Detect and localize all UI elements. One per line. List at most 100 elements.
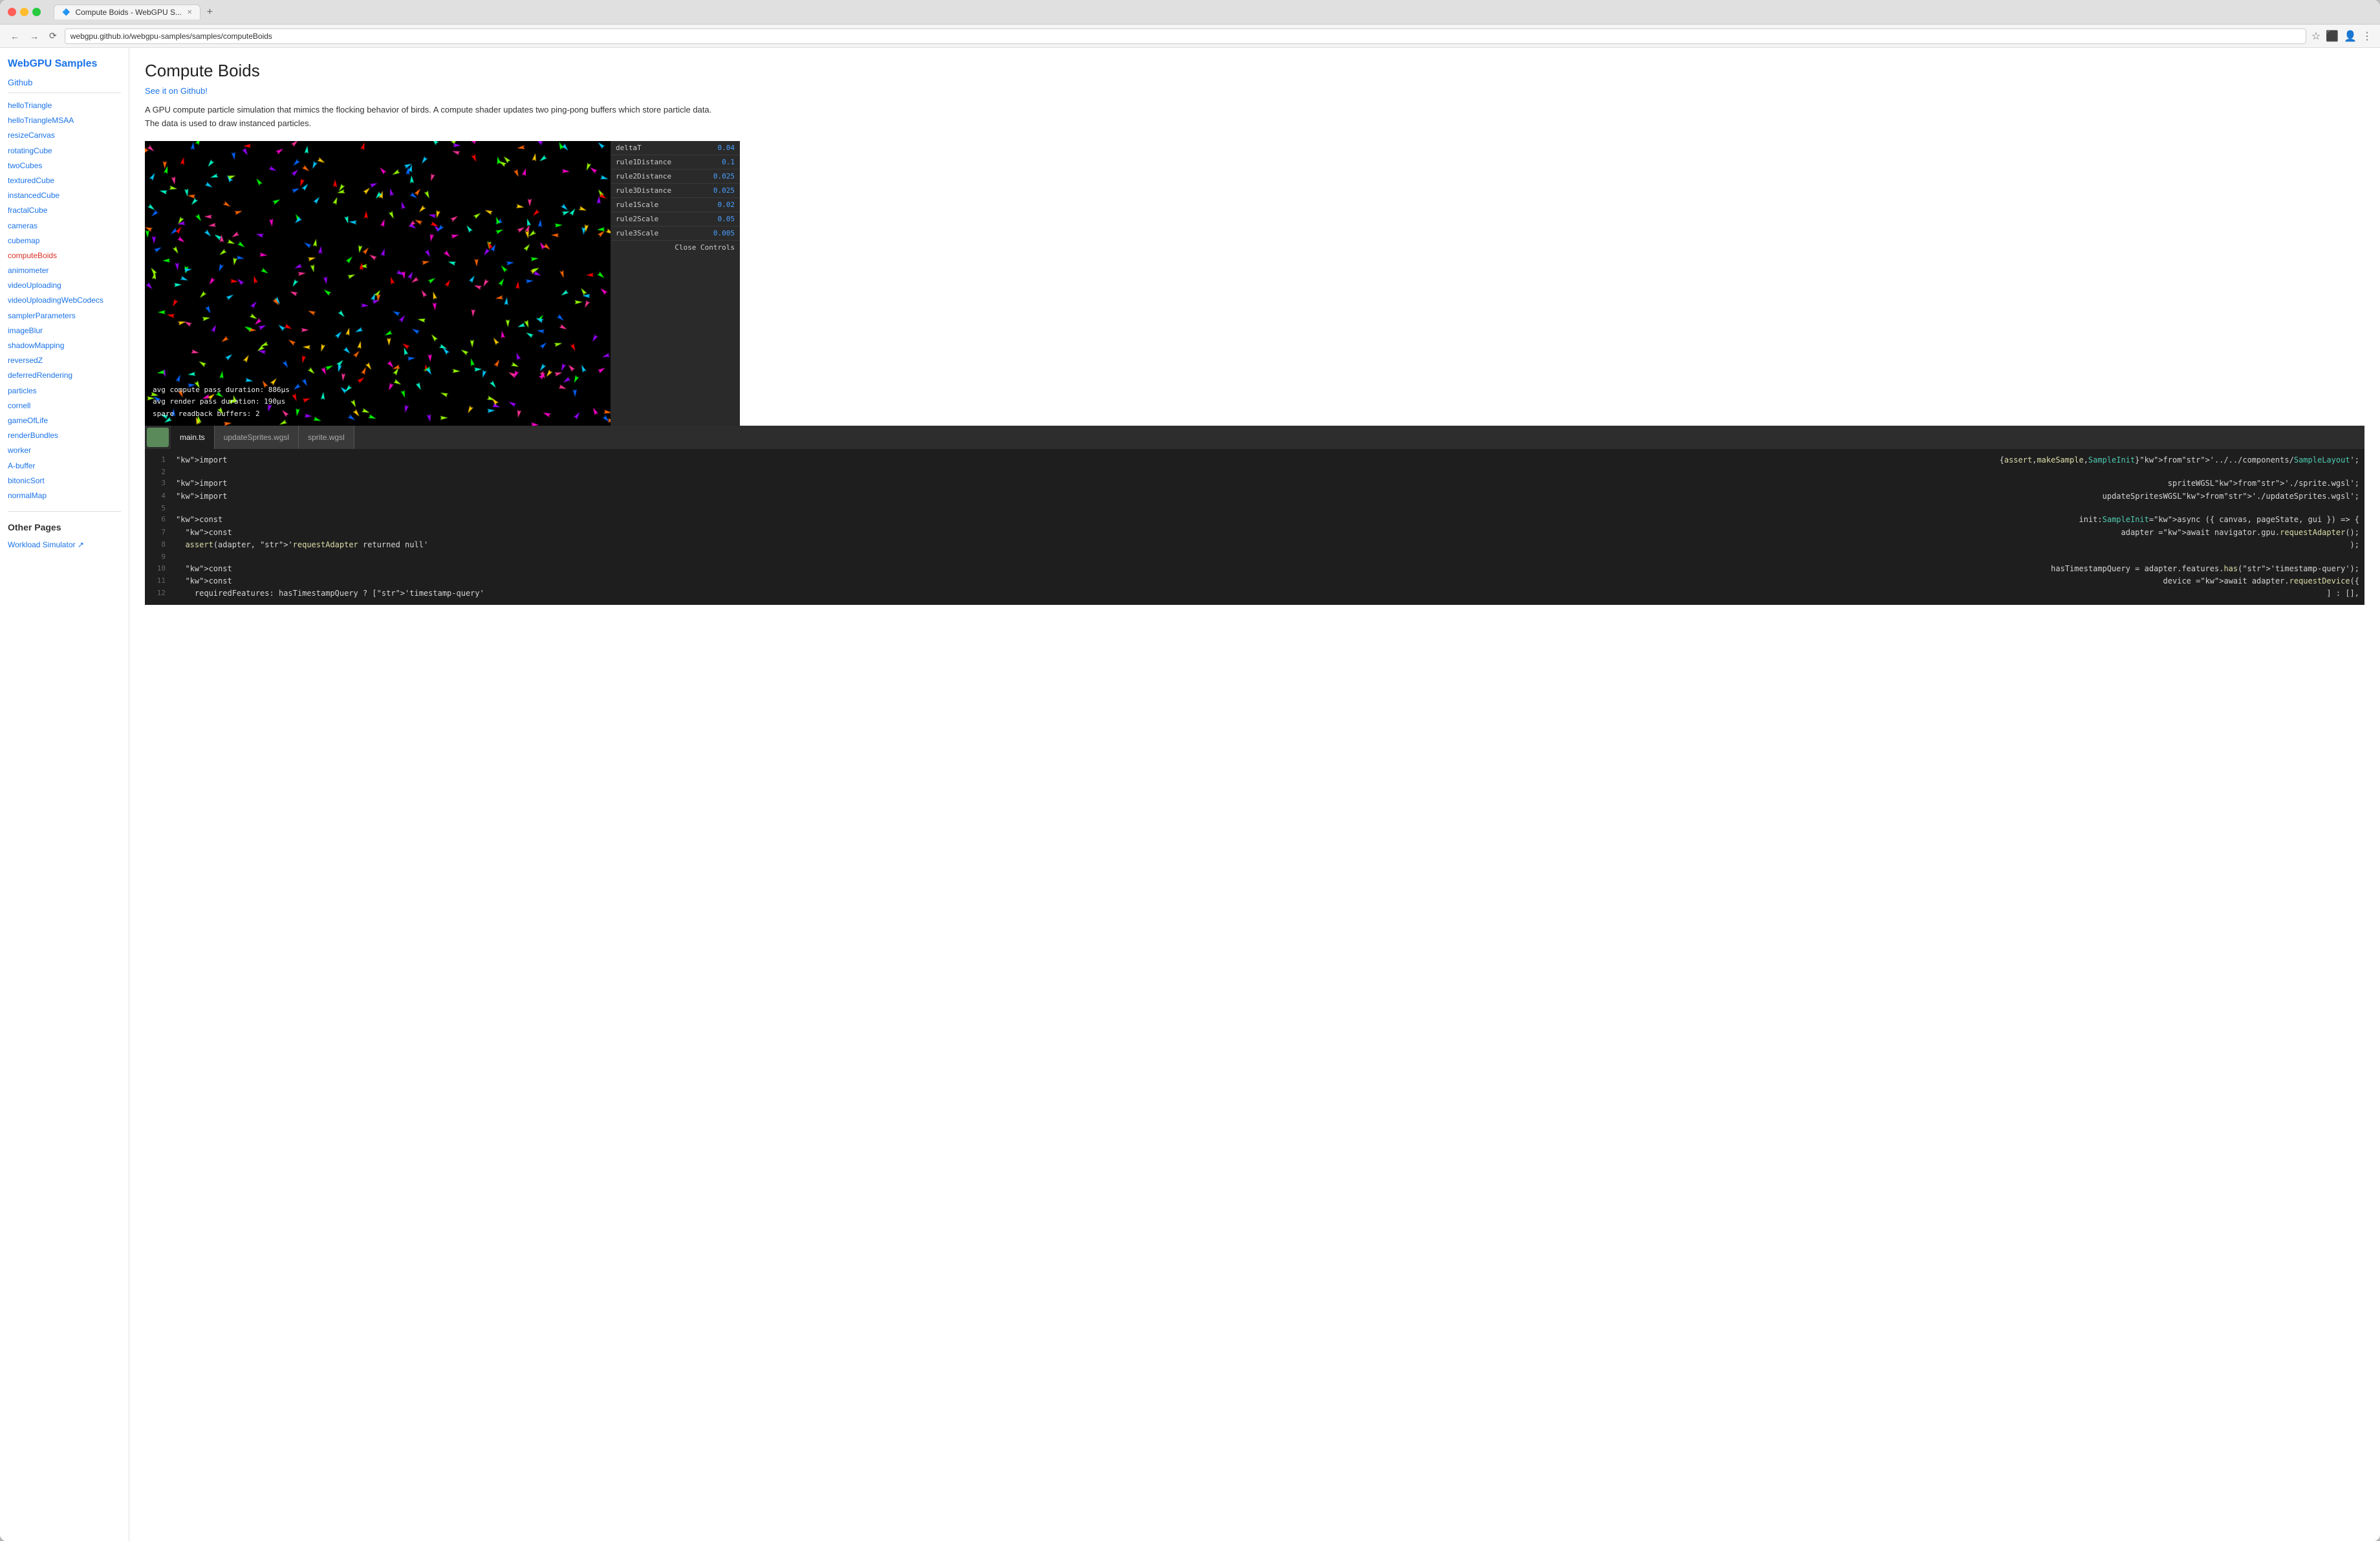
- sidebar-item-normalmap[interactable]: normalMap: [8, 488, 121, 503]
- other-pages-title: Other Pages: [8, 522, 121, 532]
- control-row-rule3distance: rule3Distance0.025: [611, 184, 740, 198]
- sidebar-divider2: [8, 511, 121, 512]
- code-tab-updateSpriteswgsl[interactable]: updateSprites.wgsl: [215, 426, 299, 449]
- sidebar-github-link[interactable]: Github: [8, 78, 32, 87]
- tab-close-icon[interactable]: ✕: [187, 9, 192, 16]
- sidebar-item-samplerparameters[interactable]: samplerParameters: [8, 309, 121, 323]
- run-button[interactable]: [147, 428, 169, 447]
- sidebar-item-a-buffer[interactable]: A-buffer: [8, 459, 121, 474]
- control-row-rule2scale: rule2Scale0.05: [611, 212, 740, 226]
- line-content: [176, 551, 2359, 563]
- sidebar-item-texturedcube[interactable]: texturedCube: [8, 173, 121, 188]
- sidebar-other-pages: Workload Simulator ↗: [8, 538, 121, 552]
- page-title: Compute Boids: [145, 61, 2364, 81]
- control-row-rule1distance: rule1Distance0.1: [611, 155, 740, 169]
- sidebar-item-worker[interactable]: worker: [8, 443, 121, 458]
- line-content: "kw">import: [176, 490, 2103, 503]
- sidebar-item-renderbundles[interactable]: renderBundles: [8, 428, 121, 443]
- code-line: 1"kw">import { assert, makeSample, Sampl…: [145, 454, 2364, 466]
- sidebar-item-hellotriangle[interactable]: helloTriangle: [8, 98, 121, 113]
- sidebar-item-videouploading[interactable]: videoUploading: [8, 278, 121, 293]
- code-line: 11 "kw">const device = "kw">await adapte…: [145, 575, 2364, 587]
- code-line: 7 "kw">const adapter = "kw">await naviga…: [145, 527, 2364, 539]
- code-line: 4"kw">import updateSpritesWGSL "kw">from…: [145, 490, 2364, 503]
- tab-title: Compute Boids - WebGPU S...: [75, 8, 182, 17]
- github-link[interactable]: See it on Github!: [145, 86, 2364, 96]
- code-tab-spritewgsl[interactable]: sprite.wgsl: [299, 426, 354, 449]
- sidebar-item-reversedz[interactable]: reversedZ: [8, 353, 121, 368]
- code-line: 8 assert(adapter, "str">'requestAdapter …: [145, 539, 2364, 551]
- sidebar-item-cornell[interactable]: cornell: [8, 399, 121, 413]
- control-label: rule2Distance: [616, 172, 704, 180]
- particle-canvas[interactable]: [145, 141, 611, 426]
- sidebar-item-fractalcube[interactable]: fractalCube: [8, 203, 121, 218]
- sidebar-other-item[interactable]: Workload Simulator ↗: [8, 538, 121, 552]
- sidebar-item-videouploadingwebcodecs[interactable]: videoUploadingWebCodecs: [8, 293, 121, 308]
- address-bar[interactable]: [65, 28, 2306, 44]
- code-line: 5: [145, 503, 2364, 514]
- line-content: "kw">const: [176, 563, 2051, 575]
- stats-overlay: avg compute pass duration: 886µs avg ren…: [153, 384, 290, 421]
- control-label: rule3Scale: [616, 229, 704, 237]
- sidebar-item-rotatingcube[interactable]: rotatingCube: [8, 144, 121, 158]
- sidebar-item-twocubes[interactable]: twoCubes: [8, 158, 121, 173]
- sidebar-item-bitonicsort[interactable]: bitonicSort: [8, 474, 121, 488]
- sidebar-item-computeboids[interactable]: computeBoids: [8, 248, 121, 263]
- control-value: 0.1: [709, 158, 735, 166]
- sidebar-item-animometer[interactable]: animometer: [8, 263, 121, 278]
- line-content: assert(adapter, "str">'requestAdapter re…: [176, 539, 2350, 551]
- tab-favicon: 🔷: [62, 9, 70, 16]
- back-button[interactable]: ←: [8, 28, 22, 44]
- control-value: 0.025: [709, 186, 735, 195]
- code-line: 2: [145, 466, 2364, 478]
- nav-right-icons: ☆ ⬛ 👤 ⋮: [2311, 30, 2372, 43]
- reload-button[interactable]: ⟳: [47, 28, 60, 44]
- sidebar-item-hellotrianglemsaa[interactable]: helloTriangleMSAA: [8, 113, 121, 128]
- simulation-canvas: avg compute pass duration: 886µs avg ren…: [145, 141, 611, 426]
- line-content: "kw">const: [176, 575, 2163, 587]
- sidebar-item-deferredrendering[interactable]: deferredRendering: [8, 368, 121, 383]
- sidebar-title[interactable]: WebGPU Samples: [8, 58, 121, 70]
- close-controls-button[interactable]: Close Controls: [611, 241, 740, 254]
- profile-icon[interactable]: 👤: [2344, 30, 2357, 43]
- code-tab-buttons: main.tsupdateSprites.wgslsprite.wgsl: [171, 426, 354, 449]
- new-tab-button[interactable]: +: [203, 6, 216, 19]
- line-number: 5: [150, 503, 166, 514]
- sidebar-item-resizecanvas[interactable]: resizeCanvas: [8, 128, 121, 143]
- title-bar: 🔷 Compute Boids - WebGPU S... ✕ +: [0, 0, 2380, 25]
- code-lines: 1"kw">import { assert, makeSample, Sampl…: [145, 454, 2364, 600]
- maximize-button[interactable]: [32, 8, 41, 16]
- control-row-deltat: deltaT0.04: [611, 141, 740, 155]
- sidebar-item-instancedcube[interactable]: instancedCube: [8, 188, 121, 203]
- menu-icon[interactable]: ⋮: [2362, 30, 2372, 43]
- minimize-button[interactable]: [20, 8, 28, 16]
- forward-button[interactable]: →: [27, 28, 41, 44]
- active-tab[interactable]: 🔷 Compute Boids - WebGPU S... ✕: [54, 5, 200, 19]
- sidebar-nav: helloTrianglehelloTriangleMSAAresizeCanv…: [8, 98, 121, 503]
- page-content: WebGPU Samples Github helloTrianglehello…: [0, 48, 2380, 1541]
- sidebar-item-gameoflife[interactable]: gameOfLife: [8, 413, 121, 428]
- code-editor: 1"kw">import { assert, makeSample, Sampl…: [145, 449, 2364, 605]
- close-button[interactable]: [8, 8, 16, 16]
- main-content: Compute Boids See it on Github! A GPU co…: [129, 48, 2380, 1541]
- line-content: "kw">import: [176, 454, 2000, 466]
- sidebar-item-shadowmapping[interactable]: shadowMapping: [8, 338, 121, 353]
- sidebar-item-particles[interactable]: particles: [8, 384, 121, 399]
- line-number: 8: [150, 539, 166, 551]
- sidebar-item-imageblur[interactable]: imageBlur: [8, 323, 121, 338]
- line-number: 9: [150, 551, 166, 563]
- code-tabs: main.tsupdateSprites.wgslsprite.wgsl: [145, 426, 2364, 449]
- sidebar-item-cubemap[interactable]: cubemap: [8, 234, 121, 248]
- render-pass-stat: avg render pass duration: 190µs: [153, 396, 290, 408]
- code-line: 10 "kw">const hasTimestampQuery = adapte…: [145, 563, 2364, 575]
- extensions-icon[interactable]: ⬛: [2326, 30, 2339, 43]
- bookmark-icon[interactable]: ☆: [2311, 30, 2320, 43]
- line-number: 2: [150, 466, 166, 478]
- line-number: 3: [150, 477, 166, 490]
- code-tab-maints[interactable]: main.ts: [171, 426, 215, 449]
- line-number: 7: [150, 527, 166, 539]
- sidebar-item-cameras[interactable]: cameras: [8, 219, 121, 234]
- line-number: 6: [150, 514, 166, 526]
- sidebar: WebGPU Samples Github helloTrianglehello…: [0, 48, 129, 1541]
- line-content: requiredFeatures: hasTimestampQuery ? ["…: [176, 587, 2326, 600]
